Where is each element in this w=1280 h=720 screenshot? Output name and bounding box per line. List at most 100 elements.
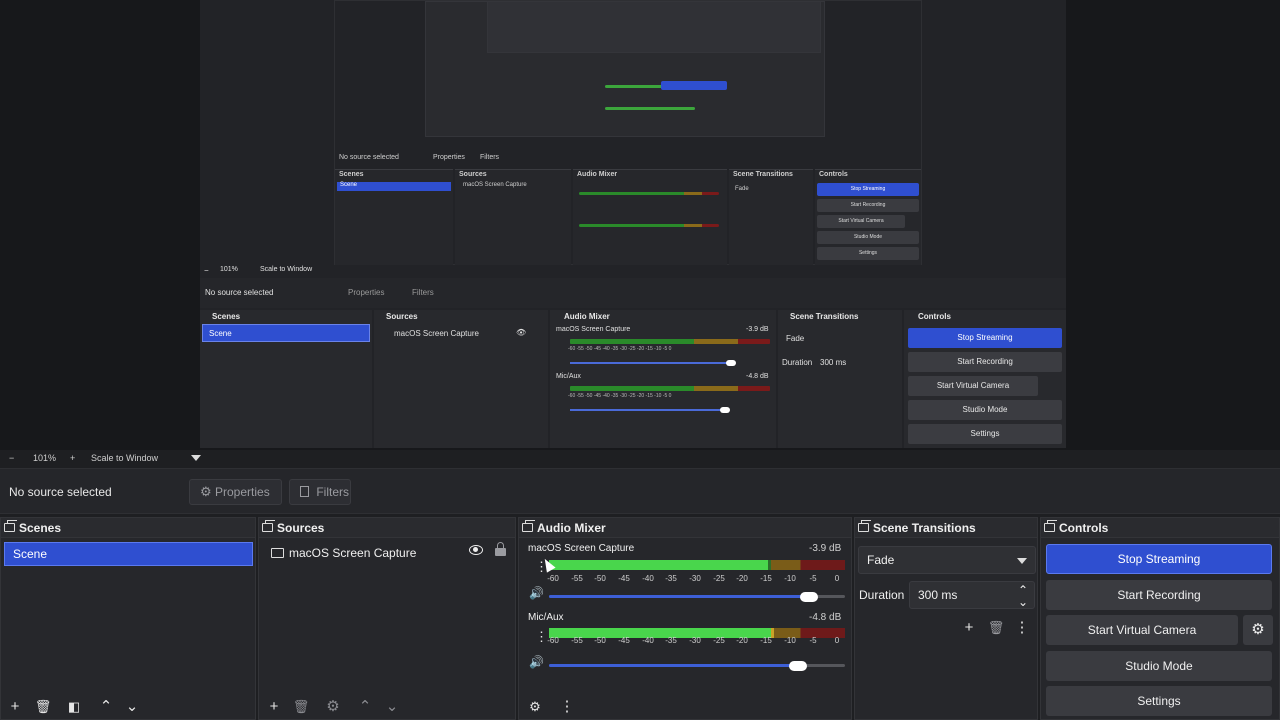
mixer-menu-icon[interactable]: ⋮	[557, 697, 577, 717]
meter-tick-label: -40	[642, 574, 654, 583]
audio-mixer-toolbar: ⚙ ⋮	[519, 695, 851, 719]
studio-mode-button[interactable]: Studio Mode	[1046, 651, 1272, 681]
virtual-camera-gear-icon[interactable]: ⚙	[1243, 615, 1273, 645]
sources-dock-header: Sources	[259, 518, 515, 538]
nested-duration-value: 300 ms	[820, 358, 847, 367]
mini-meter-2	[579, 224, 719, 227]
meter-tick-label: -50	[594, 636, 606, 645]
scene-list-item[interactable]: Scene	[4, 542, 253, 566]
nested-slider-2	[570, 409, 725, 411]
meter-tick-label: -60	[547, 574, 559, 583]
chevron-down-icon[interactable]: ⌄	[382, 697, 402, 717]
mini-controls-title: Controls	[819, 171, 848, 178]
sources-toolbar: + 🗑 ⚙ ⌃ ⌄	[259, 695, 515, 719]
zoom-level: 101%	[33, 453, 57, 463]
mini-settings: Settings	[817, 247, 919, 260]
audio-channel-name: Mic/Aux	[528, 612, 564, 623]
scale-mode-select[interactable]: Scale to Window	[91, 453, 158, 463]
audio-channel-name: macOS Screen Capture	[528, 543, 635, 554]
dock-icon	[858, 520, 871, 532]
trash-icon[interactable]: 🗑	[291, 697, 311, 717]
eye-icon[interactable]	[469, 545, 483, 555]
audio-channel-db: -3.9 dB	[809, 543, 842, 554]
start-virtual-camera-button[interactable]: Start Virtual Camera	[1046, 615, 1238, 645]
duration-spinbox[interactable]: 300 ms ⌃ ⌄	[909, 581, 1035, 609]
nested-sources: Sources macOS Screen Capture 👁	[374, 310, 548, 448]
nested-meter	[605, 107, 695, 110]
zoom-in-button[interactable]: +	[70, 453, 75, 463]
nested-knob-1	[726, 360, 736, 366]
scenes-dock: Scenes Scene + 🗑 ◧ ⌃ ⌄	[0, 517, 256, 720]
meter-tick-label: -30	[689, 574, 701, 583]
mini-studio-mode: Studio Mode	[817, 231, 919, 244]
meter-tick-label: -40	[642, 636, 654, 645]
channel-menu-icon[interactable]: ⋮	[535, 630, 548, 643]
source-name: macOS Screen Capture	[289, 546, 417, 560]
nested-transitions-title: Scene Transitions	[790, 312, 859, 321]
no-source-label: No source selected	[9, 485, 112, 499]
scenes-toolbar: + 🗑 ◧ ⌃ ⌄	[1, 695, 255, 719]
nested-stop-streaming	[661, 81, 727, 90]
mini-start-virtual-camera: Start Virtual Camera	[817, 215, 905, 228]
nested-scale-mode: Scale to Window	[260, 266, 313, 273]
start-recording-button[interactable]: Start Recording	[1046, 580, 1272, 610]
mini-scenes-panel: Scenes Scene	[335, 169, 453, 265]
volume-slider-handle[interactable]	[789, 661, 807, 671]
nested-audio-db2: -4.8 dB	[746, 373, 769, 380]
source-list-item[interactable]: macOS Screen Capture	[267, 542, 511, 564]
chevron-up-icon[interactable]: ⌃	[355, 697, 375, 717]
scene-filters-icon[interactable]: ◧	[64, 697, 84, 717]
obs-window: No source selected Properties Filters Sc…	[0, 0, 1280, 720]
controls-header: Controls	[1041, 518, 1279, 538]
transition-menu-icon[interactable]: ⋮	[1012, 618, 1032, 638]
meter-tick-label: -20	[736, 636, 748, 645]
advanced-audio-gear-icon[interactable]: ⚙	[525, 697, 545, 717]
transition-select[interactable]: Fade	[858, 546, 1036, 574]
gear-icon: ⚙	[200, 484, 212, 499]
filters-button[interactable]: Filters	[289, 479, 351, 505]
chevron-down-icon[interactable]: ⌄	[1018, 589, 1028, 615]
filter-icon	[300, 486, 309, 497]
preview-area[interactable]: No source selected Properties Filters Sc…	[0, 0, 1280, 450]
scenes-title: Scenes	[19, 521, 62, 535]
add-transition-button[interactable]: +	[959, 618, 979, 638]
nested-controls: Controls Stop Streaming Start Recording …	[904, 310, 1066, 448]
sources-dock: Sources macOS Screen Capture + 🗑 ⚙ ⌃ ⌄	[258, 517, 516, 720]
speaker-icon[interactable]: 🔊	[529, 586, 544, 600]
channel-menu-icon[interactable]: ⋮	[535, 560, 548, 573]
dock-icon	[4, 520, 17, 532]
sources-title: Sources	[277, 521, 325, 535]
nested-start-virtual-camera: Start Virtual Camera	[908, 376, 1038, 396]
meter-tick-label: -5	[809, 636, 817, 645]
meter-tick-label: -15	[760, 636, 772, 645]
volume-slider-handle[interactable]	[800, 592, 818, 602]
settings-button[interactable]: Settings	[1046, 686, 1272, 716]
zoom-out-button[interactable]: −	[9, 453, 14, 463]
nested-sourcebar: No source selected Properties Filters	[200, 278, 1066, 308]
gear-icon[interactable]: ⚙	[323, 697, 343, 717]
trash-icon[interactable]: 🗑	[986, 618, 1006, 638]
nested-zoom-value: 101%	[220, 266, 238, 273]
nested-audio-title: Audio Mixer	[564, 312, 610, 321]
add-scene-button[interactable]: +	[5, 697, 25, 717]
chevron-down-icon[interactable]: ⌄	[122, 697, 142, 717]
speaker-icon[interactable]: 🔊	[529, 655, 544, 669]
nested-source-item: macOS Screen Capture	[394, 329, 479, 338]
dock-icon	[522, 520, 535, 532]
chevron-down-icon[interactable]	[191, 455, 201, 461]
nested-preview-level4	[487, 1, 821, 53]
nested-duration: Duration	[782, 358, 813, 367]
chevron-up-icon[interactable]: ⌃	[96, 697, 116, 717]
add-source-button[interactable]: +	[264, 697, 284, 717]
stop-streaming-button[interactable]: Stop Streaming	[1046, 544, 1272, 574]
mini-filters: Filters	[480, 154, 500, 161]
nested-ticks-2: -60 -55 -50 -45 -40 -35 -30 -25 -20 -15 …	[568, 393, 672, 399]
trash-icon[interactable]: 🗑	[33, 697, 53, 717]
lock-icon[interactable]	[495, 542, 506, 556]
properties-button[interactable]: ⚙ Properties	[189, 479, 282, 505]
source-context-bar: No source selected ⚙ Properties Filters	[0, 468, 1280, 514]
meter-tick-label: -55	[571, 574, 583, 583]
audio-mixer-dock: Audio Mixer macOS Screen Capture -3.9 dB…	[518, 517, 852, 720]
mini-controls-panel: Controls Stop Streaming Start Recording …	[815, 169, 921, 265]
nested-ticks-1: -60 -55 -50 -45 -40 -35 -30 -25 -20 -15 …	[568, 346, 672, 352]
